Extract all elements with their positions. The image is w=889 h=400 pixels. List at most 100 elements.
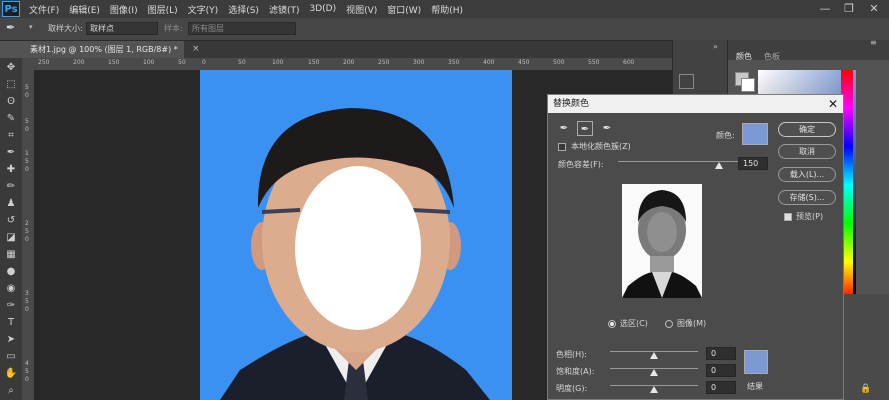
ruler-mark: 1: [25, 150, 29, 157]
tab-color[interactable]: 颜色: [736, 51, 752, 62]
brush-tool-icon[interactable]: ✏: [3, 179, 19, 195]
pen-tool-icon[interactable]: ✑: [3, 298, 19, 314]
path-select-tool-icon[interactable]: ➤: [3, 332, 19, 348]
ruler-mark: 0: [25, 166, 29, 173]
eraser-tool-icon[interactable]: ◪: [3, 230, 19, 246]
menu-select[interactable]: 选择(S): [223, 3, 264, 16]
image-radio[interactable]: [665, 320, 673, 328]
document-photo[interactable]: [200, 70, 512, 400]
preview-checkbox[interactable]: [784, 213, 792, 221]
selection-radio-label: 选区(C): [620, 319, 648, 328]
sample-label: 样本:: [164, 24, 183, 33]
options-bar: ✒ ▾ 取样大小: 取样点 样本: 所有图层: [0, 18, 889, 41]
tolerance-input[interactable]: 150: [738, 157, 768, 170]
tab-swatches[interactable]: 色板: [764, 51, 780, 62]
ruler-mark: 250: [378, 59, 390, 66]
saturation-slider-thumb[interactable]: [650, 369, 658, 376]
menu-view[interactable]: 视图(V): [341, 3, 382, 16]
eyedropper-tool-icon[interactable]: ✒: [3, 145, 19, 161]
load-button[interactable]: 载入(L)...: [778, 167, 836, 182]
collapse-panels-icon[interactable]: »: [713, 42, 718, 51]
dialog-title: 替换颜色: [548, 95, 843, 113]
ruler-mark: 2: [25, 220, 29, 227]
type-tool-icon[interactable]: T: [3, 315, 19, 331]
hue-slider-thumb[interactable]: [650, 352, 658, 359]
sample-size-select[interactable]: 取样点: [86, 22, 158, 35]
restore-button[interactable]: ❐: [837, 0, 861, 18]
minimize-button[interactable]: —: [813, 0, 837, 18]
healing-brush-tool-icon[interactable]: ✚: [3, 162, 19, 178]
ruler-mark: 50: [238, 59, 246, 66]
ruler-mark: 450: [518, 59, 530, 66]
move-tool-icon[interactable]: ✥: [3, 60, 19, 76]
quick-select-tool-icon[interactable]: ✎: [3, 111, 19, 127]
chevron-down-icon[interactable]: ▾: [29, 23, 33, 31]
close-window-button[interactable]: ✕: [862, 0, 886, 18]
result-label: 结果: [747, 382, 763, 391]
ruler-mark: 400: [483, 59, 495, 66]
sample-select[interactable]: 所有图层: [188, 22, 296, 35]
tolerance-label: 颜色容差(F):: [558, 160, 604, 169]
crop-tool-icon[interactable]: ⌗: [3, 128, 19, 144]
lasso-tool-icon[interactable]: ʘ: [3, 94, 19, 110]
ruler-mark: 5: [25, 228, 29, 235]
blur-tool-icon[interactable]: ●: [3, 264, 19, 280]
ruler-mark: 200: [73, 59, 85, 66]
eyedropper-plus-icon[interactable]: ✒: [577, 121, 593, 136]
rectangle-tool-icon[interactable]: ▭: [3, 349, 19, 365]
save-button[interactable]: 存储(S)...: [778, 190, 836, 205]
menu-image[interactable]: 图像(I): [105, 3, 143, 16]
document-tab[interactable]: 素材1.jpg @ 100% (图层 1, RGB/8#) *: [22, 41, 184, 58]
menu-window[interactable]: 窗口(W): [382, 3, 426, 16]
tools-panel: ✥ ⬚ ʘ ✎ ⌗ ✒ ✚ ✏ ♟ ↺ ◪ ▦ ● ◉ ✑ T ➤ ▭ ✋ ⌕: [0, 58, 23, 400]
ok-button[interactable]: 确定: [778, 122, 836, 137]
dialog-close-button[interactable]: ✕: [828, 95, 838, 113]
hand-tool-icon[interactable]: ✋: [3, 366, 19, 382]
selection-radio[interactable]: [608, 320, 616, 328]
ruler-mark: 600: [623, 59, 635, 66]
menu-edit[interactable]: 编辑(E): [64, 3, 105, 16]
ruler-mark: 100: [143, 59, 155, 66]
hue-input[interactable]: 0: [706, 347, 736, 360]
clone-stamp-tool-icon[interactable]: ♟: [3, 196, 19, 212]
tolerance-slider-thumb[interactable]: [714, 162, 723, 169]
saturation-input[interactable]: 0: [706, 364, 736, 377]
dodge-tool-icon[interactable]: ◉: [3, 281, 19, 297]
color-swatch[interactable]: [742, 123, 768, 145]
lightness-slider-thumb[interactable]: [650, 386, 658, 393]
lock-icon[interactable]: 🔒: [860, 384, 871, 394]
localized-color-clusters-checkbox[interactable]: [558, 143, 566, 151]
menu-3d[interactable]: 3D(D): [304, 4, 341, 14]
ruler-mark: 500: [553, 59, 565, 66]
lightness-input[interactable]: 0: [706, 381, 736, 394]
gradient-tool-icon[interactable]: ▦: [3, 247, 19, 263]
result-swatch[interactable]: [744, 350, 768, 374]
replace-color-dialog: 替换颜色 ✕ ✒ ✒ ✒ 本地化颜色簇(Z) 颜色: 颜色容差(F): 150 …: [547, 94, 844, 400]
menu-type[interactable]: 文字(Y): [183, 3, 224, 16]
selection-preview-thumbnail: [622, 184, 702, 298]
eyedropper-minus-icon[interactable]: ✒: [599, 121, 615, 136]
background-color-swatch[interactable]: [741, 78, 755, 92]
ruler-mark: 100: [272, 59, 284, 66]
marquee-tool-icon[interactable]: ⬚: [3, 77, 19, 93]
menu-file[interactable]: 文件(F): [24, 3, 64, 16]
zoom-tool-icon[interactable]: ⌕: [3, 383, 19, 399]
close-tab-icon[interactable]: ×: [192, 41, 200, 58]
history-brush-tool-icon[interactable]: ↺: [3, 213, 19, 229]
ruler-mark: 0: [25, 236, 29, 243]
menu-layer[interactable]: 图层(L): [143, 3, 183, 16]
ruler-mark: 0: [202, 59, 206, 66]
portrait-photo-image: [220, 108, 490, 400]
localized-color-clusters-label: 本地化颜色簇(Z): [571, 142, 631, 151]
history-panel-icon[interactable]: [679, 74, 694, 89]
image-radio-label: 图像(M): [677, 319, 707, 328]
ruler-mark: 3: [25, 290, 29, 297]
lightness-label: 明度(G):: [556, 384, 588, 393]
cancel-button[interactable]: 取消: [778, 144, 836, 159]
preview-label: 预览(P): [796, 212, 824, 221]
menu-filter[interactable]: 滤镜(T): [264, 3, 305, 16]
menu-help[interactable]: 帮助(H): [426, 3, 468, 16]
eyedropper-tool-preset-icon[interactable]: ✒: [6, 21, 15, 34]
eyedropper-icon[interactable]: ✒: [556, 121, 572, 136]
panel-menu-icon[interactable]: ≡: [870, 38, 877, 47]
